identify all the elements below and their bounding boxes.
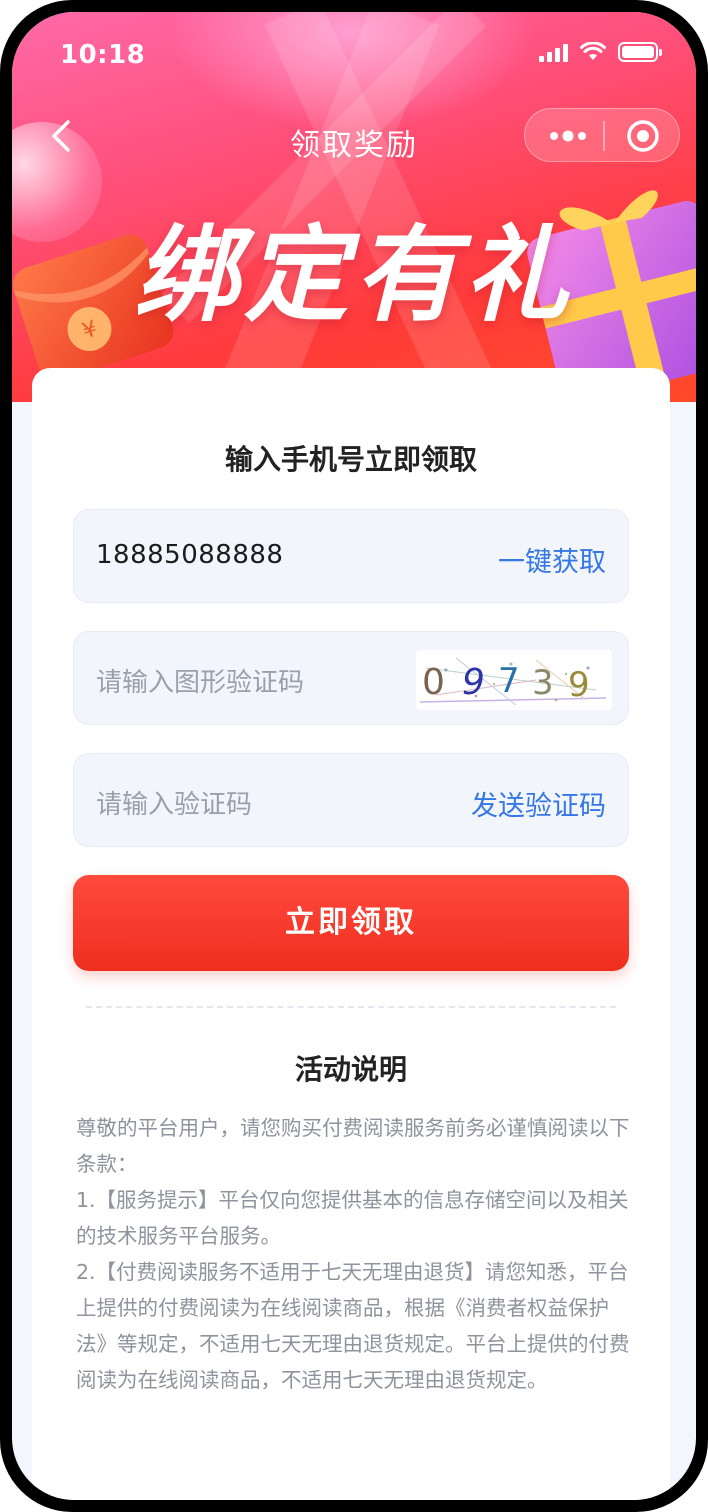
send-code-button[interactable]: 发送验证码 bbox=[471, 784, 606, 823]
captcha-char-0: 0 bbox=[422, 662, 445, 703]
captcha-char-1: 9 bbox=[462, 662, 485, 703]
phone-field[interactable]: 18885088888 一键获取 bbox=[73, 509, 629, 603]
captcha-image[interactable]: 0 9 7 3 9 bbox=[416, 650, 612, 710]
one-click-get-button[interactable]: 一键获取 bbox=[498, 540, 606, 579]
section-divider bbox=[86, 1006, 616, 1008]
mini-program-capsule bbox=[524, 108, 680, 162]
screen: ¥ 10:18 领取奖励 绑定有礼 输入手机号立即领取 18885088888 … bbox=[12, 12, 696, 1500]
phone-frame: ¥ 10:18 领取奖励 绑定有礼 输入手机号立即领取 18885088888 … bbox=[0, 0, 708, 1512]
capsule-divider bbox=[603, 121, 605, 151]
close-target-icon[interactable] bbox=[625, 118, 661, 154]
sms-code-input[interactable]: 请输入验证码 bbox=[96, 784, 252, 821]
form-title: 输入手机号立即领取 bbox=[224, 443, 477, 476]
form-card: 输入手机号立即领取 18885088888 一键获取 请输入图形验证码 0 9 … bbox=[32, 368, 670, 1500]
banner-headline: 绑定有礼 bbox=[133, 214, 574, 336]
nav-bar: 领取奖励 bbox=[12, 104, 696, 168]
activity-description: 尊敬的平台用户，请您购买付费阅读服务前务必谨慎阅读以下条款： 1.【服务提示】平… bbox=[76, 1110, 632, 1398]
activity-title: 活动说明 bbox=[294, 1053, 407, 1086]
status-bar: 10:18 bbox=[12, 12, 696, 94]
activity-paragraph: 2.【付费阅读服务不适用于七天无理由退货】请您知悉，平台上提供的付费阅读为在线阅… bbox=[76, 1260, 630, 1392]
image-captcha-input[interactable]: 请输入图形验证码 bbox=[96, 662, 304, 699]
sms-code-field[interactable]: 请输入验证码 发送验证码 bbox=[73, 753, 629, 847]
captcha-char-4: 9 bbox=[568, 665, 590, 705]
signal-icon bbox=[539, 42, 568, 62]
claim-now-button[interactable]: 立即领取 bbox=[73, 875, 629, 971]
phone-input[interactable]: 18885088888 bbox=[96, 540, 283, 570]
captcha-char-3: 3 bbox=[532, 663, 554, 703]
activity-paragraph: 尊敬的平台用户，请您购买付费阅读服务前务必谨慎阅读以下条款： bbox=[76, 1116, 630, 1176]
status-icons bbox=[539, 42, 662, 62]
captcha-char-2: 7 bbox=[498, 661, 520, 701]
activity-paragraph: 1.【服务提示】平台仅向您提供基本的信息存储空间以及相关的技术服务平台服务。 bbox=[76, 1188, 629, 1248]
status-time: 10:18 bbox=[60, 40, 146, 70]
banner: ¥ 10:18 领取奖励 绑定有礼 bbox=[12, 12, 696, 415]
wifi-icon bbox=[580, 42, 606, 60]
battery-icon bbox=[618, 42, 662, 62]
image-captcha-field[interactable]: 请输入图形验证码 0 9 7 3 9 bbox=[73, 631, 629, 725]
more-dots-icon[interactable] bbox=[545, 123, 591, 149]
